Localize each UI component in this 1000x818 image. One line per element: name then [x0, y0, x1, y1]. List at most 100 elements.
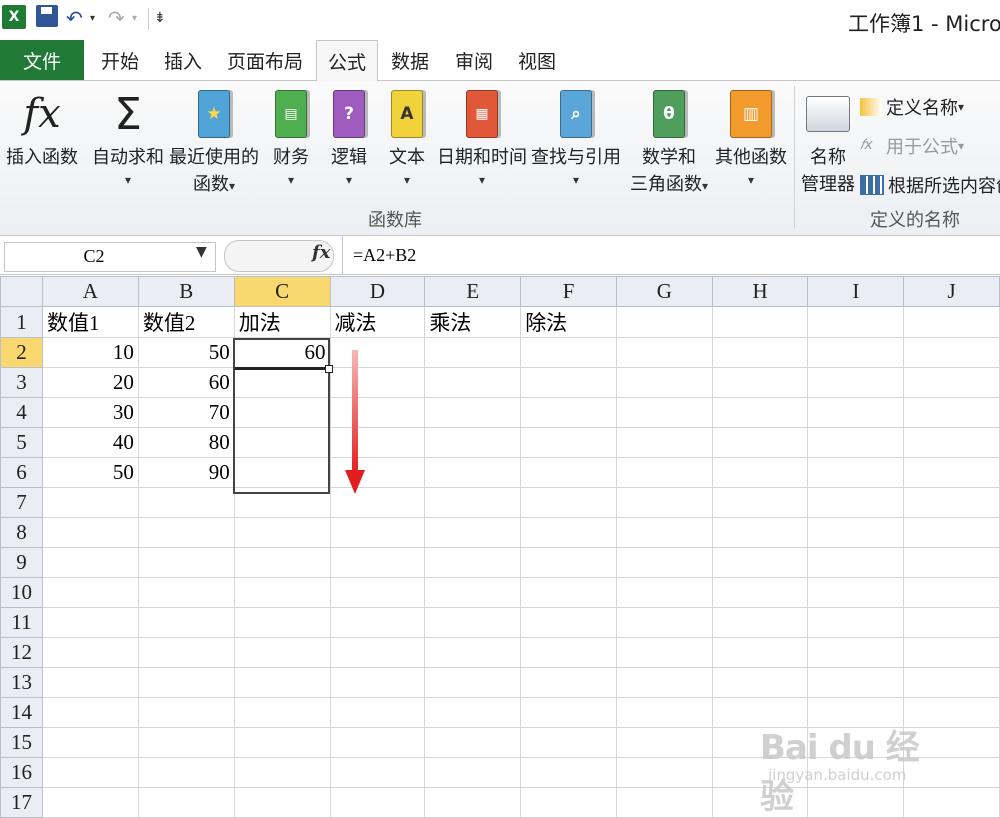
cell-j12[interactable] — [903, 637, 1000, 668]
cell-h9[interactable] — [711, 547, 809, 578]
undo-dropdown-icon[interactable]: ▾ — [90, 6, 95, 30]
cell-d17[interactable] — [329, 787, 426, 818]
cell-j5[interactable] — [903, 427, 1000, 458]
row-header-9[interactable]: 9 — [0, 547, 43, 578]
cell-f13[interactable] — [520, 667, 618, 698]
row-header-16[interactable]: 16 — [0, 757, 43, 788]
date-time-button[interactable]: ▦ 日期和时间 ▾ — [436, 84, 528, 189]
cell-c10[interactable] — [233, 577, 331, 608]
cell-g7[interactable] — [616, 487, 713, 518]
cell-h1[interactable] — [711, 306, 809, 338]
cell-a12[interactable] — [41, 637, 139, 668]
cell-h13[interactable] — [711, 667, 809, 698]
cell-a8[interactable] — [41, 517, 139, 548]
create-from-selection-button[interactable]: 根据所选内容创 — [860, 172, 1000, 198]
row-header-14[interactable]: 14 — [0, 697, 43, 728]
cell-d3[interactable] — [329, 367, 426, 398]
row-header-6[interactable]: 6 — [0, 457, 43, 488]
cell-a7[interactable] — [41, 487, 139, 518]
cell-f17[interactable] — [520, 787, 618, 818]
cell-d12[interactable] — [329, 637, 426, 668]
cell-b3[interactable]: 60 — [137, 367, 235, 398]
cell-h8[interactable] — [711, 517, 809, 548]
cell-j8[interactable] — [903, 517, 1000, 548]
cell-d15[interactable] — [329, 727, 426, 758]
lookup-reference-button[interactable]: ⌕ 查找与引用 ▾ — [530, 84, 622, 189]
cell-i1[interactable] — [807, 306, 905, 338]
cell-g16[interactable] — [616, 757, 713, 788]
cell-a15[interactable] — [41, 727, 139, 758]
cell-g1[interactable] — [616, 306, 713, 338]
cell-f9[interactable] — [520, 547, 618, 578]
cell-f5[interactable] — [520, 427, 618, 458]
cell-b10[interactable] — [137, 577, 235, 608]
cell-e17[interactable] — [424, 787, 522, 818]
cell-e8[interactable] — [424, 517, 522, 548]
column-header-f[interactable]: F — [520, 276, 618, 307]
cell-d10[interactable] — [329, 577, 426, 608]
cell-e14[interactable] — [424, 697, 522, 728]
cell-d13[interactable] — [329, 667, 426, 698]
cell-b1[interactable]: 数值2 — [137, 306, 235, 338]
cell-e4[interactable] — [424, 397, 522, 428]
save-icon[interactable] — [36, 5, 58, 27]
cell-g15[interactable] — [616, 727, 713, 758]
cell-j3[interactable] — [903, 367, 1000, 398]
tab-insert[interactable]: 插入 — [152, 40, 214, 80]
tab-review[interactable]: 审阅 — [444, 40, 504, 80]
define-name-button[interactable]: 定义名称 ▾ — [860, 94, 964, 120]
cell-g14[interactable] — [616, 697, 713, 728]
column-header-e[interactable]: E — [424, 276, 522, 307]
cell-i6[interactable] — [807, 457, 905, 488]
cell-c2[interactable]: 60 — [233, 337, 331, 368]
recent-functions-button[interactable]: ★ 最近使用的 函数▾ — [166, 84, 262, 198]
cell-f4[interactable] — [520, 397, 618, 428]
cell-e16[interactable] — [424, 757, 522, 788]
cell-c5[interactable] — [233, 427, 331, 458]
cell-d14[interactable] — [329, 697, 426, 728]
cell-j4[interactable] — [903, 397, 1000, 428]
cell-j1[interactable] — [903, 306, 1000, 338]
cell-j9[interactable] — [903, 547, 1000, 578]
cell-b16[interactable] — [137, 757, 235, 788]
cell-j7[interactable] — [903, 487, 1000, 518]
cell-a5[interactable]: 40 — [41, 427, 139, 458]
cell-c9[interactable] — [233, 547, 331, 578]
cell-h7[interactable] — [711, 487, 809, 518]
cell-c6[interactable] — [233, 457, 331, 488]
cell-g9[interactable] — [616, 547, 713, 578]
fill-handle[interactable] — [325, 365, 333, 373]
cell-a1[interactable]: 数值1 — [41, 306, 139, 338]
cell-j2[interactable] — [903, 337, 1000, 368]
cell-e12[interactable] — [424, 637, 522, 668]
cell-i2[interactable] — [807, 337, 905, 368]
row-header-17[interactable]: 17 — [0, 787, 43, 818]
cell-g6[interactable] — [616, 457, 713, 488]
cell-g17[interactable] — [616, 787, 713, 818]
row-header-3[interactable]: 3 — [0, 367, 43, 398]
cell-d5[interactable] — [329, 427, 426, 458]
formula-input[interactable]: =A2+B2 — [342, 236, 998, 274]
column-header-a[interactable]: A — [41, 276, 139, 307]
cell-d4[interactable] — [329, 397, 426, 428]
cell-c13[interactable] — [233, 667, 331, 698]
cell-f7[interactable] — [520, 487, 618, 518]
cell-f11[interactable] — [520, 607, 618, 638]
cell-b4[interactable]: 70 — [137, 397, 235, 428]
row-header-12[interactable]: 12 — [0, 637, 43, 668]
cell-d2[interactable] — [329, 337, 426, 368]
cell-a2[interactable]: 10 — [41, 337, 139, 368]
cell-e15[interactable] — [424, 727, 522, 758]
cell-a17[interactable] — [41, 787, 139, 818]
cell-a13[interactable] — [41, 667, 139, 698]
cell-e7[interactable] — [424, 487, 522, 518]
row-header-8[interactable]: 8 — [0, 517, 43, 548]
cell-h10[interactable] — [711, 577, 809, 608]
cell-e5[interactable] — [424, 427, 522, 458]
cell-h4[interactable] — [711, 397, 809, 428]
tab-file[interactable]: 文件 — [0, 40, 84, 80]
more-functions-button[interactable]: ▥ 其他函数 ▾ — [712, 84, 790, 189]
cell-f3[interactable] — [520, 367, 618, 398]
cell-a4[interactable]: 30 — [41, 397, 139, 428]
cell-f14[interactable] — [520, 697, 618, 728]
